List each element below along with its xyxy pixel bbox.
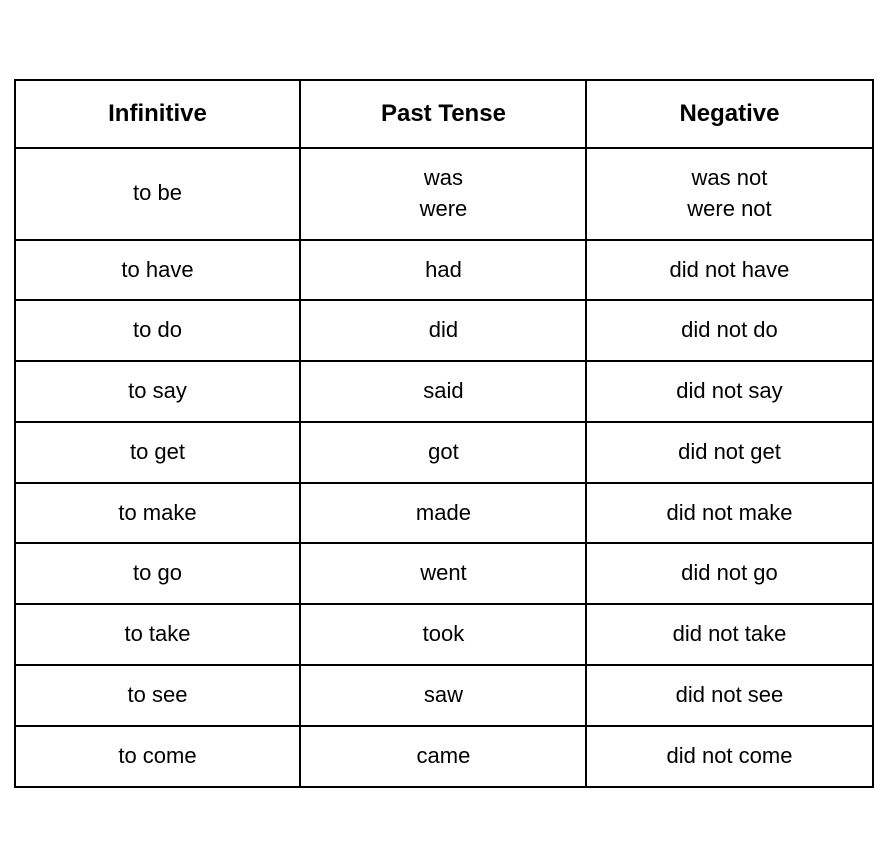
cell-past-tense: got bbox=[300, 422, 586, 483]
header-infinitive: Infinitive bbox=[15, 80, 301, 148]
cell-negative: did not have bbox=[586, 240, 872, 301]
cell-negative: did not do bbox=[586, 300, 872, 361]
table-row: to bewaswerewas notwere not bbox=[15, 148, 873, 240]
table-row: to dodiddid not do bbox=[15, 300, 873, 361]
cell-negative: did not go bbox=[586, 543, 872, 604]
verb-conjugation-table: Infinitive Past Tense Negative to bewasw… bbox=[14, 79, 874, 787]
cell-negative: was notwere not bbox=[586, 148, 872, 240]
cell-infinitive: to see bbox=[15, 665, 301, 726]
cell-past-tense: went bbox=[300, 543, 586, 604]
cell-infinitive: to get bbox=[15, 422, 301, 483]
cell-negative: did not come bbox=[586, 726, 872, 787]
cell-past-tense: came bbox=[300, 726, 586, 787]
table-row: to makemadedid not make bbox=[15, 483, 873, 544]
cell-infinitive: to take bbox=[15, 604, 301, 665]
cell-infinitive: to have bbox=[15, 240, 301, 301]
cell-infinitive: to do bbox=[15, 300, 301, 361]
cell-past-tense: did bbox=[300, 300, 586, 361]
cell-past-tense: said bbox=[300, 361, 586, 422]
cell-past-tense: saw bbox=[300, 665, 586, 726]
table-row: to seesawdid not see bbox=[15, 665, 873, 726]
cell-infinitive: to come bbox=[15, 726, 301, 787]
cell-negative: did not say bbox=[586, 361, 872, 422]
cell-infinitive: to make bbox=[15, 483, 301, 544]
cell-infinitive: to say bbox=[15, 361, 301, 422]
verb-table-container: Infinitive Past Tense Negative to bewasw… bbox=[14, 79, 874, 787]
cell-negative: did not see bbox=[586, 665, 872, 726]
cell-infinitive: to go bbox=[15, 543, 301, 604]
table-header-row: Infinitive Past Tense Negative bbox=[15, 80, 873, 148]
cell-past-tense: took bbox=[300, 604, 586, 665]
table-row: to saysaiddid not say bbox=[15, 361, 873, 422]
cell-past-tense: made bbox=[300, 483, 586, 544]
cell-infinitive: to be bbox=[15, 148, 301, 240]
table-row: to gowentdid not go bbox=[15, 543, 873, 604]
table-row: to getgotdid not get bbox=[15, 422, 873, 483]
cell-negative: did not make bbox=[586, 483, 872, 544]
cell-past-tense: waswere bbox=[300, 148, 586, 240]
header-negative: Negative bbox=[586, 80, 872, 148]
table-row: to taketookdid not take bbox=[15, 604, 873, 665]
table-row: to comecamedid not come bbox=[15, 726, 873, 787]
cell-negative: did not get bbox=[586, 422, 872, 483]
cell-past-tense: had bbox=[300, 240, 586, 301]
cell-negative: did not take bbox=[586, 604, 872, 665]
table-row: to havehaddid not have bbox=[15, 240, 873, 301]
header-past-tense: Past Tense bbox=[300, 80, 586, 148]
